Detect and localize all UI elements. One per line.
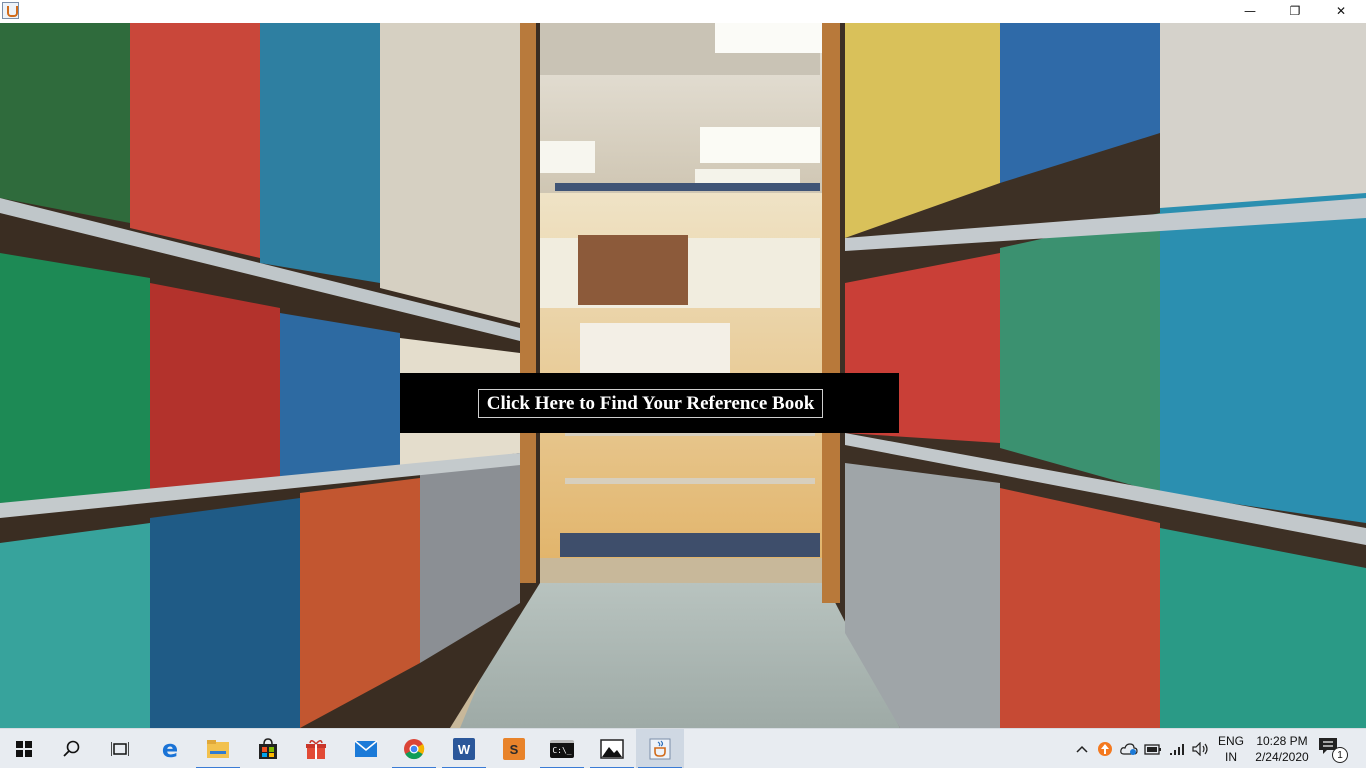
update-icon[interactable] [1095, 739, 1115, 759]
find-book-panel: Click Here to Find Your Reference Book [400, 373, 899, 433]
java-app-button[interactable] [636, 729, 684, 768]
office-button[interactable] [292, 729, 340, 768]
mail-button[interactable] [342, 729, 390, 768]
photos-icon [600, 739, 624, 759]
minimize-button[interactable]: — [1227, 0, 1273, 22]
find-reference-book-button[interactable]: Click Here to Find Your Reference Book [478, 389, 823, 418]
close-button[interactable]: ✕ [1318, 0, 1364, 22]
java-icon[interactable] [2, 2, 19, 19]
chrome-icon [404, 739, 425, 760]
notification-count-badge: 1 [1332, 747, 1348, 763]
clock[interactable]: 10:28 PM 2/24/2020 [1250, 733, 1314, 765]
clock-time: 10:28 PM [1256, 734, 1308, 748]
taskbar: e W S C:\_ ENG IN 10:28 PM 2/24/2020 1 [0, 728, 1366, 768]
action-center-button[interactable]: 1 [1318, 737, 1348, 763]
wifi-icon[interactable] [1168, 739, 1188, 759]
terminal-icon: C:\_ [550, 740, 574, 758]
task-view-button[interactable] [96, 729, 144, 768]
chrome-button[interactable] [390, 729, 438, 768]
volume-icon[interactable] [1191, 739, 1211, 759]
sublime-button[interactable]: S [490, 729, 538, 768]
search-icon [63, 740, 80, 757]
store-icon [259, 738, 277, 759]
title-bar: — ❐ ✕ [0, 0, 1366, 23]
clock-date: 2/24/2020 [1255, 750, 1309, 764]
gift-icon [306, 740, 326, 759]
java-icon [649, 738, 671, 760]
region-code: IN [1225, 750, 1237, 764]
folder-icon [207, 740, 229, 758]
app-window: — ❐ ✕ Click Here to Find Your Reference … [0, 0, 1366, 768]
photos-button[interactable] [588, 729, 636, 768]
battery-icon[interactable] [1143, 739, 1163, 759]
windows-icon [16, 741, 32, 757]
edge-button[interactable]: e [146, 729, 194, 768]
word-button[interactable]: W [440, 729, 488, 768]
maximize-button[interactable]: ❐ [1272, 0, 1318, 22]
language-code: ENG [1217, 734, 1244, 748]
store-button[interactable] [244, 729, 292, 768]
input-language-indicator[interactable]: ENG IN [1214, 733, 1248, 765]
show-hidden-icons-chevron-up-icon[interactable] [1072, 739, 1092, 759]
task-view-icon [111, 742, 129, 756]
search-button[interactable] [48, 729, 96, 768]
file-explorer-button[interactable] [194, 729, 242, 768]
edge-icon: e [161, 735, 179, 763]
start-button[interactable] [0, 729, 48, 768]
word-icon: W [453, 738, 475, 760]
onedrive-sync-icon[interactable] [1119, 739, 1139, 759]
mail-icon [354, 740, 378, 757]
sublime-icon: S [503, 738, 525, 760]
cmd-button[interactable]: C:\_ [538, 729, 586, 768]
